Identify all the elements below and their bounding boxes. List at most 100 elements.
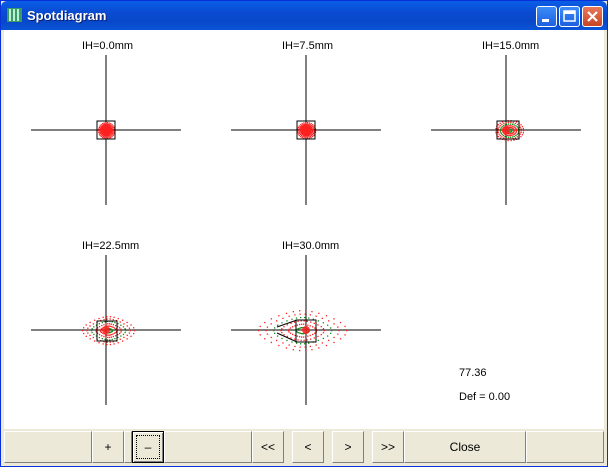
spot-point <box>89 325 91 327</box>
spot-point <box>104 338 106 341</box>
spot-point <box>513 135 515 137</box>
spot-point <box>82 330 84 332</box>
spot-point <box>507 121 510 123</box>
spot-point <box>304 313 306 315</box>
close-icon <box>587 11 598 22</box>
spot-point <box>292 311 294 313</box>
spot-point <box>502 134 505 137</box>
maximize-button[interactable] <box>559 6 580 27</box>
first-page-button[interactable]: << <box>252 431 284 463</box>
spot-point <box>98 326 101 328</box>
spot-point <box>83 327 85 329</box>
spot-point <box>320 326 322 328</box>
spot-point <box>276 339 278 342</box>
spot-point <box>297 320 299 322</box>
spot-core <box>302 326 310 334</box>
spot-point <box>111 326 113 328</box>
spot-point <box>509 134 511 137</box>
spot-point <box>290 337 292 339</box>
spot-point <box>106 343 108 346</box>
spot-point <box>273 330 275 332</box>
title-bar[interactable]: Spotdiagram <box>1 1 607 30</box>
spot-point <box>286 320 288 322</box>
spot-point <box>495 132 497 134</box>
spot-point <box>112 333 114 335</box>
spot-point <box>112 335 114 338</box>
spot-point <box>274 327 276 329</box>
spot-point <box>520 130 522 132</box>
spot-point <box>108 122 110 124</box>
spot-point <box>303 339 305 341</box>
spot-point <box>110 336 112 338</box>
spot-point <box>130 335 132 337</box>
spot-point <box>315 315 317 317</box>
spot-point <box>292 326 294 328</box>
spot-point <box>276 320 278 322</box>
spot-point <box>313 134 315 136</box>
spot-point <box>98 336 100 339</box>
spot-point <box>108 334 110 336</box>
spot-point <box>312 326 314 328</box>
spot-point <box>301 136 303 139</box>
spot-point <box>129 330 131 332</box>
spot-point <box>310 321 312 323</box>
spot-point <box>98 133 100 135</box>
spot-point <box>510 123 512 125</box>
spot-point <box>312 126 314 128</box>
spot-point <box>114 324 117 327</box>
spot-point <box>95 330 97 332</box>
spot-point <box>113 332 116 334</box>
spot-point <box>278 315 280 317</box>
spot-point <box>289 332 292 334</box>
spot-point <box>511 134 513 136</box>
spot-point <box>264 321 266 324</box>
last-page-button[interactable]: >> <box>372 431 404 463</box>
spot-point <box>320 334 322 336</box>
spot-point <box>312 127 315 129</box>
spot-point <box>259 334 261 336</box>
spot-point <box>309 325 311 327</box>
spot-point <box>107 336 109 339</box>
spot-point <box>83 332 85 335</box>
spot-point <box>298 134 300 136</box>
spot-point <box>99 134 101 136</box>
spot-point <box>520 135 522 138</box>
spot-point <box>106 341 108 343</box>
window-title: Spotdiagram <box>27 8 107 23</box>
spot-point <box>119 321 121 323</box>
spot-point <box>98 334 101 336</box>
spot-point <box>337 326 339 328</box>
spot-point <box>102 123 104 125</box>
zoom-in-button[interactable]: + <box>92 431 124 463</box>
spot-point <box>126 338 128 340</box>
spot-point <box>298 327 300 330</box>
minimize-icon <box>542 19 549 22</box>
spot-point <box>300 135 302 138</box>
spot-point <box>270 323 272 325</box>
spot-point <box>508 136 510 138</box>
spot-point <box>510 121 512 123</box>
spot-point <box>510 136 512 138</box>
spot-point <box>346 330 348 332</box>
previous-page-button[interactable]: < <box>292 431 324 463</box>
spot-point <box>301 123 303 125</box>
spot-point <box>112 128 114 130</box>
spot-point <box>297 133 300 135</box>
close-button[interactable]: Close <box>404 431 526 463</box>
spot-point <box>321 342 323 344</box>
spot-point <box>91 331 93 334</box>
spot-point <box>339 321 342 324</box>
spot-point <box>128 327 131 329</box>
spot-point <box>299 336 301 338</box>
spot-point <box>123 336 125 339</box>
spot-point <box>274 332 276 334</box>
spot-point <box>98 126 100 128</box>
spot-point <box>300 316 302 319</box>
spot-point <box>130 324 132 326</box>
spot-point <box>101 322 103 324</box>
close-window-button[interactable] <box>582 6 603 27</box>
minimize-button[interactable] <box>536 6 557 27</box>
zoom-out-button[interactable]: – <box>132 431 164 463</box>
next-page-button[interactable]: > <box>332 431 364 463</box>
spot-point <box>125 330 127 332</box>
